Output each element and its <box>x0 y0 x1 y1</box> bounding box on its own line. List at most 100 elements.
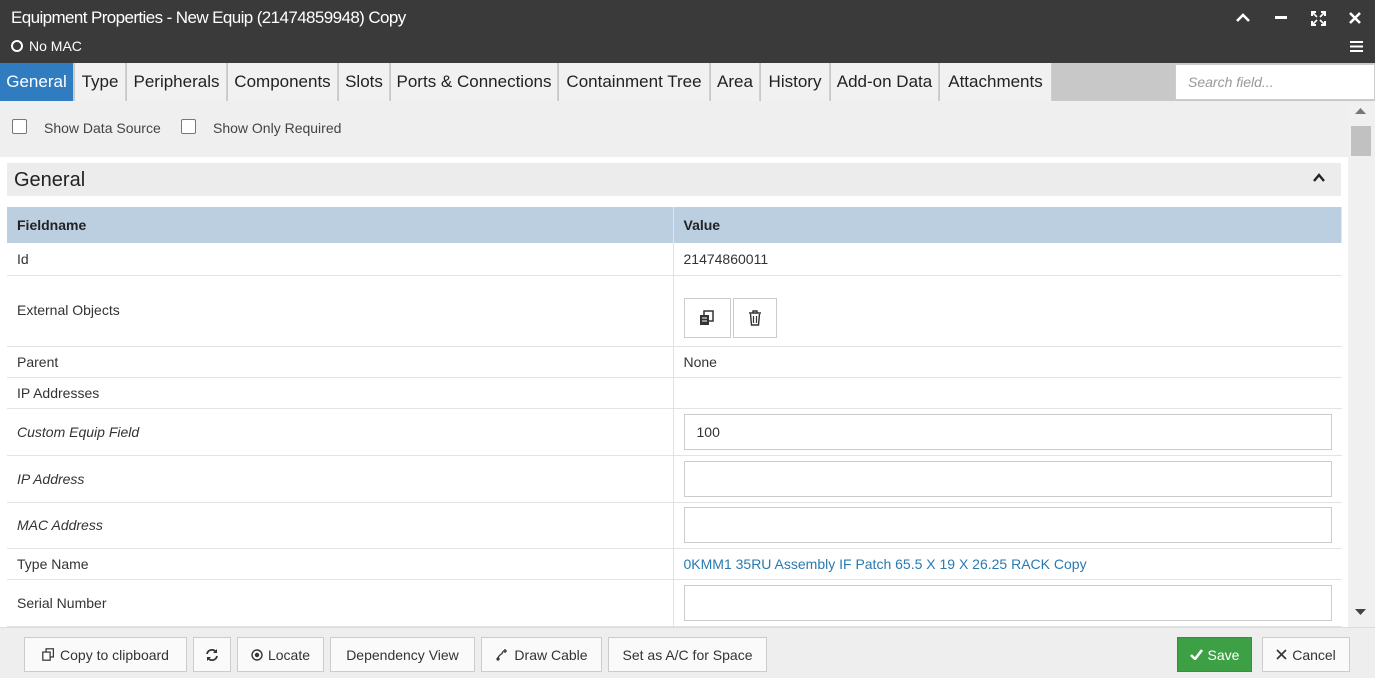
set-ac-for-space-button[interactable]: Set as A/C for Space <box>608 637 767 672</box>
draw-cable-label: Draw Cable <box>514 646 588 663</box>
table-row: Id 21474860011 <box>7 243 1342 276</box>
table-row: External Objects <box>7 275 1342 347</box>
tab-ports-connections[interactable]: Ports & Connections <box>391 63 558 101</box>
field-name: IP Address <box>7 455 674 503</box>
field-value <box>673 408 1342 456</box>
tab-type[interactable]: Type <box>75 63 126 101</box>
show-data-source-label: Show Data Source <box>44 120 161 136</box>
copy-icon <box>42 648 54 661</box>
collapse-window-button[interactable] <box>1232 8 1254 28</box>
table-row: MAC Address <box>7 502 1342 549</box>
locate-button[interactable]: Locate <box>237 637 324 672</box>
section-header[interactable]: General <box>7 163 1341 196</box>
minimize-button[interactable] <box>1270 8 1292 28</box>
table-row: Custom Equip Field <box>7 408 1342 456</box>
table-header-row: Fieldname Value <box>7 207 1342 243</box>
cancel-button[interactable]: Cancel <box>1262 637 1350 672</box>
show-data-source-checkbox[interactable] <box>12 119 27 134</box>
menu-button[interactable] <box>1345 36 1367 56</box>
close-icon <box>1349 12 1361 24</box>
locate-label: Locate <box>267 646 311 663</box>
status-ring-icon <box>11 40 23 52</box>
field-name: External Objects <box>7 275 674 347</box>
field-name: IP Addresses <box>7 377 674 409</box>
tab-components[interactable]: Components <box>228 63 338 101</box>
options-bar: Show Data Source Show Only Required <box>0 101 1348 157</box>
status-indicator: No MAC <box>11 38 82 54</box>
table-row: IP Address <box>7 455 1342 503</box>
field-value: 21474860011 <box>673 243 1342 276</box>
refresh-icon <box>206 648 218 661</box>
hamburger-icon <box>1349 40 1363 52</box>
table-row: Serial Number <box>7 579 1342 627</box>
set-ac-for-space-label: Set as A/C for Space <box>622 646 753 663</box>
field-name: Id <box>7 243 674 276</box>
table-row: Parent None <box>7 346 1342 378</box>
scrollbar-thumb[interactable] <box>1351 126 1371 156</box>
ip-address-input[interactable] <box>683 460 1332 497</box>
properties-table: Fieldname Value Id 21474860011 External … <box>7 207 1342 627</box>
custom-equip-field-input[interactable] <box>683 413 1332 450</box>
trash-icon <box>748 309 761 326</box>
expand-icon <box>1310 10 1326 26</box>
value-column-header: Value <box>673 207 1342 243</box>
chevron-up-icon <box>1236 13 1250 22</box>
field-name: Serial Number <box>7 579 674 627</box>
scrollbar[interactable] <box>1348 101 1375 627</box>
show-only-required-checkbox[interactable] <box>181 119 196 134</box>
field-value: None <box>673 346 1342 378</box>
field-value <box>673 377 1342 409</box>
tab-slots[interactable]: Slots <box>339 63 390 101</box>
field-name: Custom Equip Field <box>7 408 674 456</box>
type-name-link[interactable]: 0KMM1 35RU Assembly IF Patch 65.5 X 19 X… <box>684 556 1087 572</box>
copy-to-clipboard-label: Copy to clipboard <box>60 646 169 663</box>
chevron-up-icon[interactable] <box>1313 173 1325 182</box>
window-title: Equipment Properties - New Equip (214748… <box>11 8 406 27</box>
dependency-view-button[interactable]: Dependency View <box>330 637 475 672</box>
dependency-view-label: Dependency View <box>346 646 459 663</box>
add-external-object-button[interactable] <box>683 297 731 338</box>
tab-general[interactable]: General <box>0 63 74 101</box>
maximize-button[interactable] <box>1307 8 1329 28</box>
field-value <box>673 579 1342 627</box>
tab-add-on-data[interactable]: Add-on Data <box>831 63 939 101</box>
tab-bar: General Type Peripherals Components Slot… <box>0 63 1375 101</box>
copy-icon <box>700 309 714 325</box>
cable-icon <box>496 649 508 661</box>
serial-number-input[interactable] <box>683 584 1332 621</box>
field-value: 0KMM1 35RU Assembly IF Patch 65.5 X 19 X… <box>673 548 1342 580</box>
scroll-up-icon[interactable] <box>1355 107 1366 114</box>
field-name: MAC Address <box>7 502 674 549</box>
save-button[interactable]: Save <box>1177 637 1252 672</box>
mac-address-input[interactable] <box>683 507 1332 543</box>
refresh-button[interactable] <box>193 637 231 672</box>
show-only-required-label: Show Only Required <box>213 120 342 136</box>
tab-peripherals[interactable]: Peripherals <box>127 63 227 101</box>
scroll-down-icon[interactable] <box>1355 609 1366 616</box>
delete-external-object-button[interactable] <box>732 297 777 338</box>
tab-attachments[interactable]: Attachments <box>940 63 1052 101</box>
status-text: No MAC <box>29 38 82 54</box>
copy-to-clipboard-button[interactable]: Copy to clipboard <box>24 637 187 672</box>
target-icon <box>251 648 263 661</box>
field-value <box>673 455 1342 503</box>
properties-panel: General Fieldname Value Id 21474860011 E… <box>0 157 1348 627</box>
footer-toolbar: Copy to clipboard Locate Dependency View… <box>0 627 1375 678</box>
draw-cable-button[interactable]: Draw Cable <box>481 637 602 672</box>
close-window-button[interactable] <box>1344 8 1366 28</box>
section-title: General <box>14 169 86 191</box>
tab-area[interactable]: Area <box>711 63 760 101</box>
close-icon <box>1276 649 1287 660</box>
save-label: Save <box>1207 646 1240 663</box>
tab-history[interactable]: History <box>761 63 830 101</box>
field-name: Type Name <box>7 548 674 580</box>
tab-containment-tree[interactable]: Containment Tree <box>559 63 710 101</box>
cancel-label: Cancel <box>1292 646 1336 663</box>
table-row: IP Addresses <box>7 377 1342 409</box>
table-row: Type Name 0KMM1 35RU Assembly IF Patch 6… <box>7 548 1342 580</box>
search-input[interactable] <box>1175 64 1375 100</box>
field-name: Parent <box>7 346 674 378</box>
field-value <box>673 275 1342 347</box>
checkmark-icon <box>1189 649 1203 660</box>
minimize-icon <box>1275 16 1287 19</box>
